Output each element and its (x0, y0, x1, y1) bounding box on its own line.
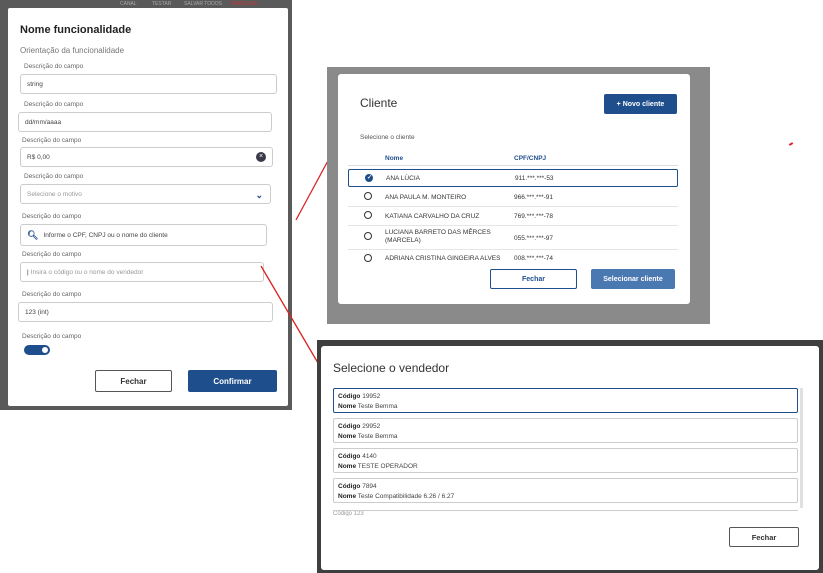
column-header-cpf: CPF/CNPJ (514, 155, 547, 162)
radio-icon[interactable] (364, 211, 372, 219)
client-cpf: 055.***.***-97 (514, 235, 554, 242)
select-client-button[interactable]: Selecionar cliente (591, 269, 675, 289)
vendedor-code: 19952 (362, 393, 381, 400)
client-name: ANA PAULA M. MONTEIRO (385, 194, 467, 201)
client-row[interactable]: KATIANA CARVALHO DA CRUZ 769.***.***-78 (348, 207, 678, 226)
vendedor-code: 7894 (362, 483, 377, 490)
client-row[interactable]: ADRIANA CRISTINA GINGEIRA ALVES 008.***.… (348, 250, 678, 267)
client-row[interactable]: ANA PAULA M. MONTEIRO 966.***.***-91 (348, 188, 678, 207)
radio-checked-icon[interactable] (365, 174, 373, 182)
vendedor-name: Teste Compatibilidade 6.26 / 6.27 (357, 493, 455, 500)
client-row[interactable]: ANA LÚCIA 911.***.***-53 (348, 169, 678, 187)
vendedor-card-partial[interactable]: Código 123 (333, 510, 798, 516)
cliente-title: Cliente (360, 96, 398, 110)
annotation-line-vendedor (260, 265, 319, 364)
vendedor-card[interactable]: Código 4140 Nome TESTE OPERADOR (333, 448, 798, 473)
client-table-header: Nome CPF/CNPJ (348, 152, 678, 166)
cliente-dialog: Cliente + Novo cliente Selecione o clien… (338, 74, 690, 304)
client-name: ANA LÚCIA (386, 175, 420, 182)
radio-icon[interactable] (364, 232, 372, 240)
client-cpf: 911.***.***-53 (515, 175, 554, 182)
radio-icon[interactable] (364, 254, 372, 262)
code-label: Código (338, 393, 361, 400)
vendedor-card[interactable]: Código 29952 Nome Teste Bemma (333, 418, 798, 443)
name-label: Nome (338, 493, 357, 500)
cliente-close-button[interactable]: Fechar (490, 269, 577, 289)
radio-icon[interactable] (364, 192, 372, 200)
client-name: KATIANA CARVALHO DA CRUZ (385, 213, 480, 220)
column-header-nome: Nome (385, 155, 404, 162)
vendedor-name: Teste Bemma (357, 433, 398, 440)
client-cpf: 966.***.***-91 (514, 194, 554, 201)
code-label: Código (338, 483, 361, 490)
vendedor-name: TESTE OPERADOR (357, 463, 418, 470)
vendedor-card[interactable]: Código 19952 Nome Teste Bemma (333, 388, 798, 413)
code-label: Código (338, 423, 361, 430)
client-name: LUCIANA BARRETO DAS MÊRCES (MARCELA) (385, 229, 491, 244)
vendedor-card[interactable]: Código 7894 Nome Teste Compatibilidade 6… (333, 478, 798, 503)
vendedor-dialog: Selecione o vendedor Código 19952 Nome T… (321, 346, 819, 570)
vendedor-title: Selecione o vendedor (333, 361, 450, 375)
new-client-button[interactable]: + Novo cliente (604, 94, 677, 114)
code-label: Código (338, 453, 361, 460)
client-row[interactable]: LUCIANA BARRETO DAS MÊRCES (MARCELA) 055… (348, 226, 678, 250)
name-label: Nome (338, 403, 357, 410)
name-label: Nome (338, 463, 357, 470)
vendedor-name: Teste Bemma (357, 403, 398, 410)
vendedor-list-scrollbar[interactable] (800, 388, 803, 508)
client-cpf: 769.***.***-78 (514, 213, 554, 220)
vendedor-close-button[interactable]: Fechar (729, 527, 799, 547)
vendedor-code: 4140 (362, 453, 377, 460)
client-name: ADRIANA CRISTINA GINGEIRA ALVES (385, 255, 501, 262)
name-label: Nome (338, 433, 357, 440)
client-cpf: 008.***.***-74 (514, 255, 554, 262)
vendedor-code: 29952 (362, 423, 381, 430)
select-client-label: Selecione o cliente (360, 134, 415, 141)
